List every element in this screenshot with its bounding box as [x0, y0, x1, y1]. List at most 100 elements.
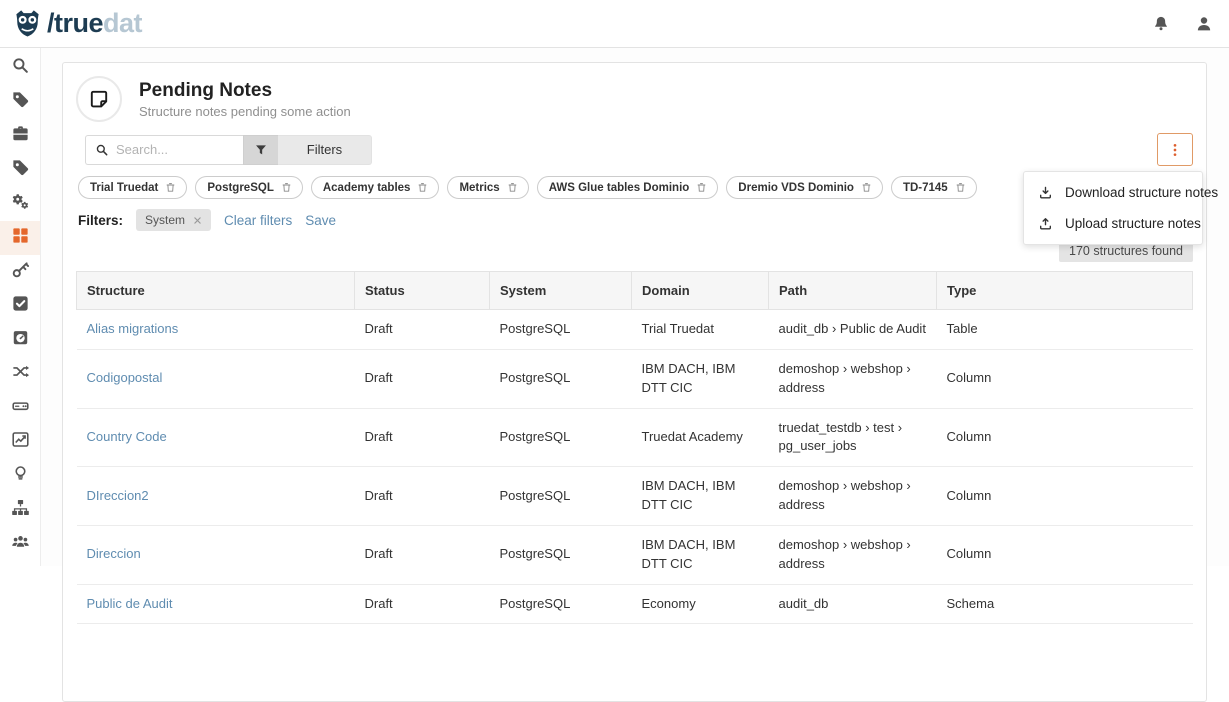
sidebar-item-briefcase[interactable] [0, 119, 40, 153]
column-header-path[interactable]: Path [769, 272, 937, 310]
structure-link[interactable]: Public de Audit [87, 596, 173, 611]
structure-link[interactable]: Direccion [87, 546, 141, 561]
filter-chip[interactable]: Dremio VDS Dominio [726, 176, 883, 199]
cell-system: PostgreSQL [490, 349, 632, 408]
key-icon [11, 260, 30, 284]
applied-filter-system[interactable]: System [136, 209, 211, 231]
cell-system: PostgreSQL [490, 408, 632, 467]
sidebar-item-key[interactable] [0, 255, 40, 289]
sidebar [0, 48, 41, 566]
filter-funnel-button[interactable] [243, 135, 278, 165]
filter-chip-label: AWS Glue tables Dominio [549, 182, 690, 194]
cell-system: PostgreSQL [490, 584, 632, 624]
sidebar-item-tag[interactable] [0, 85, 40, 119]
user-icon[interactable] [1195, 15, 1213, 33]
cell-structure: Alias migrations [77, 310, 355, 350]
tag-icon [11, 90, 30, 114]
structure-link[interactable]: Codigopostal [87, 370, 163, 385]
table-row: DIreccion2DraftPostgreSQLIBM DACH, IBM D… [77, 467, 1193, 526]
cell-domain: Trial Truedat [632, 310, 769, 350]
top-bar: /truedat [0, 0, 1229, 48]
cell-type: Column [937, 408, 1193, 467]
cell-type: Table [937, 310, 1193, 350]
applied-filters-label: Filters: [78, 213, 123, 228]
filter-chip[interactable]: PostgreSQL [195, 176, 302, 199]
cell-system: PostgreSQL [490, 310, 632, 350]
structures-table: StructureStatusSystemDomainPathType Alia… [76, 271, 1193, 624]
filter-chip-label: Dremio VDS Dominio [738, 182, 854, 194]
sidebar-item-tag[interactable] [0, 153, 40, 187]
sitemap-icon [11, 498, 30, 522]
table-header-row: StructureStatusSystemDomainPathType [77, 272, 1193, 310]
search-icon [95, 143, 109, 157]
funnel-icon [254, 143, 268, 157]
cell-path: audit_db › Public de Audit [769, 310, 937, 350]
filter-chip-label: TD-7145 [903, 182, 948, 194]
sidebar-item-chart-line[interactable] [0, 425, 40, 459]
cell-path: demoshop › webshop › address [769, 467, 937, 526]
cell-path: audit_db [769, 584, 937, 624]
search-input[interactable] [116, 142, 234, 157]
topbar-actions [1152, 15, 1213, 33]
filter-chip[interactable]: TD-7145 [891, 176, 977, 199]
grid-icon [11, 226, 30, 250]
shuffle-icon [11, 362, 30, 386]
cell-domain: IBM DACH, IBM DTT CIC [632, 467, 769, 526]
cell-status: Draft [355, 408, 490, 467]
cell-type: Column [937, 525, 1193, 584]
column-header-domain[interactable]: Domain [632, 272, 769, 310]
table-row: CodigopostalDraftPostgreSQLIBM DACH, IBM… [77, 349, 1193, 408]
close-icon[interactable] [193, 216, 202, 225]
sidebar-item-hdd[interactable] [0, 391, 40, 425]
check-square-icon [11, 294, 30, 318]
filter-chip-label: Academy tables [323, 182, 411, 194]
filter-chip[interactable]: Trial Truedat [78, 176, 187, 199]
save-filters-link[interactable]: Save [305, 213, 336, 228]
cell-domain: IBM DACH, IBM DTT CIC [632, 525, 769, 584]
more-actions-button[interactable] [1157, 133, 1193, 166]
trash-icon[interactable] [417, 182, 428, 193]
menu-item-upload-structure-notes[interactable]: Upload structure notes [1024, 208, 1202, 239]
sidebar-item-users[interactable] [0, 527, 40, 561]
cell-domain: Economy [632, 584, 769, 624]
clear-filters-link[interactable]: Clear filters [224, 213, 292, 228]
cell-status: Draft [355, 310, 490, 350]
cell-structure: DIreccion2 [77, 467, 355, 526]
sidebar-item-sitemap[interactable] [0, 493, 40, 527]
upload-icon [1038, 216, 1053, 231]
bell-icon[interactable] [1152, 15, 1170, 33]
filters-button[interactable]: Filters [278, 135, 372, 165]
column-header-status[interactable]: Status [355, 272, 490, 310]
sidebar-item-check-square[interactable] [0, 289, 40, 323]
sidebar-item-lightbulb[interactable] [0, 459, 40, 493]
tag-icon [11, 158, 30, 182]
trash-icon[interactable] [281, 182, 292, 193]
filter-chip[interactable]: Metrics [447, 176, 528, 199]
sidebar-item-grid-active[interactable] [0, 221, 40, 255]
column-header-type[interactable]: Type [937, 272, 1193, 310]
trash-icon[interactable] [165, 182, 176, 193]
filter-chip-label: PostgreSQL [207, 182, 273, 194]
cell-path: demoshop › webshop › address [769, 525, 937, 584]
trash-icon[interactable] [955, 182, 966, 193]
trash-icon[interactable] [507, 182, 518, 193]
trash-icon[interactable] [861, 182, 872, 193]
sidebar-item-gauge[interactable] [0, 323, 40, 357]
menu-item-download-structure-notes[interactable]: Download structure notes [1024, 177, 1202, 208]
pending-notes-card: Pending Notes Structure notes pending so… [62, 62, 1207, 702]
column-header-system[interactable]: System [490, 272, 632, 310]
sidebar-item-search[interactable] [0, 51, 40, 85]
filter-chip[interactable]: Academy tables [311, 176, 440, 199]
trash-icon[interactable] [696, 182, 707, 193]
structure-link[interactable]: DIreccion2 [87, 488, 149, 503]
structure-link[interactable]: Country Code [87, 429, 167, 444]
structure-link[interactable]: Alias migrations [87, 321, 179, 336]
sidebar-item-shuffle[interactable] [0, 357, 40, 391]
menu-item-label: Upload structure notes [1065, 216, 1201, 231]
filter-chip[interactable]: AWS Glue tables Dominio [537, 176, 719, 199]
column-header-structure[interactable]: Structure [77, 272, 355, 310]
truedat-logo[interactable]: /truedat [12, 8, 142, 39]
sidebar-item-cogs[interactable] [0, 187, 40, 221]
cell-system: PostgreSQL [490, 467, 632, 526]
owl-icon [12, 8, 43, 39]
